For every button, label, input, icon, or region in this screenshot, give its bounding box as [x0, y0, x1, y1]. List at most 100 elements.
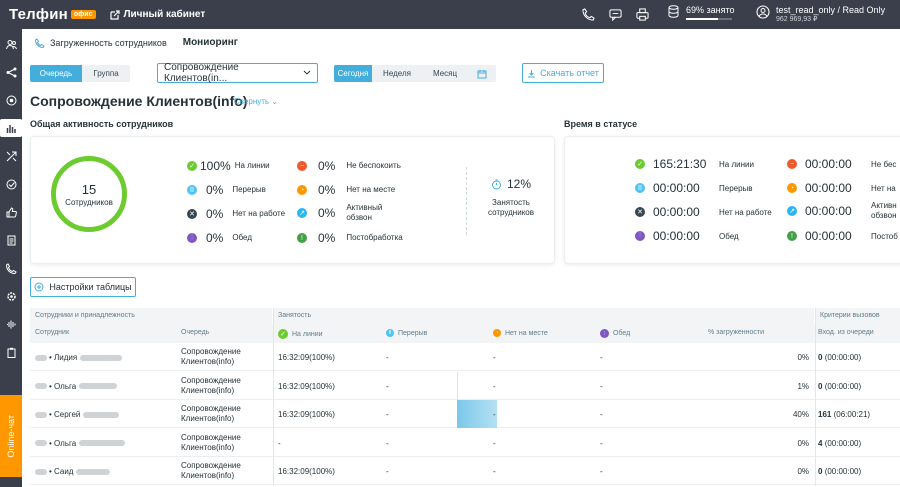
online-chat-button[interactable]: Online-чат [0, 395, 22, 477]
col-away-label: Нет на месте [505, 329, 548, 337]
col-queue[interactable]: Очередь [181, 329, 209, 336]
chat-icon[interactable] [609, 8, 622, 21]
user-name: test_read_only / Read Only [776, 5, 886, 15]
logo[interactable]: Телфин [9, 6, 68, 23]
load-bar [457, 400, 497, 428]
time-value: 00:00:00 [653, 181, 700, 195]
stat-away: ◔ 0% Нет на месте [297, 183, 395, 197]
column-divider [815, 308, 816, 486]
subnav-employee-load[interactable]: Загруженность сотрудников [50, 38, 167, 48]
time-value: 00:00:00 [653, 205, 700, 219]
sidebar-item-flow[interactable] [2, 63, 20, 81]
col-away[interactable]: ◔ Нет на месте [493, 329, 548, 337]
table-row[interactable]: • Ольга Сопровождение Клиентов(info) - - - - 0… [30, 428, 900, 457]
time-status-card: ✓ 165:21:30 На линии II 00:00:00 Перерыв… [564, 136, 900, 264]
sidebar-item-thumb[interactable] [2, 203, 20, 221]
arrow-up-right-icon: ↗ [787, 206, 797, 216]
cross-icon: ✕ [187, 209, 197, 219]
printer-icon[interactable] [636, 8, 649, 21]
utilization: 12% Занятость сотрудников [481, 177, 541, 218]
col-break[interactable]: II Перерыв [386, 329, 427, 337]
online-chat-label: Online-чат [6, 414, 16, 458]
sidebar-item-chart[interactable] [0, 119, 22, 137]
calendar-button[interactable] [468, 65, 496, 82]
cross-icon: ✕ [635, 207, 645, 217]
col-lunch[interactable]: ⫶ Обед [600, 329, 630, 338]
incoming-count: 161 [818, 410, 832, 419]
user-menu[interactable]: test_read_only / Read Only 962 969,93 ₽ [756, 5, 885, 25]
page-title: Сопровождение Клиентов(info) [30, 93, 248, 109]
tab-queue[interactable]: Очередь [30, 65, 82, 82]
employee-name: • Саид [49, 467, 74, 476]
divider [466, 167, 467, 235]
col-load[interactable]: % загруженности [708, 329, 764, 336]
sidebar-item-settings[interactable] [2, 287, 20, 305]
break-cell: - [386, 438, 389, 448]
table-row[interactable]: • Ольга Сопровождение Клиентов(info) 16:32… [30, 371, 900, 400]
arrow-up-right-icon: ↗ [297, 208, 307, 218]
stat-online: ✓ 100% На линии [187, 159, 270, 173]
download-label: Скачать отчет [540, 68, 599, 78]
phone-icon[interactable] [582, 8, 595, 21]
sidebar-item-calls[interactable] [2, 259, 20, 277]
cabinet-link[interactable]: Личный кабинет [109, 9, 205, 20]
employee-name-cell: • Ольга [35, 382, 118, 391]
break-cell: - [386, 467, 389, 476]
table-settings-button[interactable]: Настройки таблицы [30, 277, 136, 297]
sidebar-item-clipboard[interactable] [2, 343, 20, 361]
employee-count-ring: 15 Сотрудников [51, 156, 127, 232]
users-icon [5, 39, 17, 49]
app-window: Телфин офис Личный кабинет 69% занято te… [0, 0, 900, 487]
employee-name: • Ольга [49, 438, 77, 448]
sidebar-item-waveform[interactable] [2, 315, 20, 333]
collapse-link[interactable]: Свернуть ⌄ [234, 97, 278, 106]
queue-cell: Сопровождение Клиентов(info) [181, 347, 241, 366]
subnav-monitoring[interactable]: Мониоринг [183, 37, 238, 48]
incoming-cell: 4 (00:00:00) [818, 439, 861, 448]
time-value: 00:00:00 [805, 181, 852, 195]
lunch-icon: ⫶ [187, 233, 197, 243]
sidebar-item-users[interactable] [2, 35, 20, 53]
download-report-button[interactable]: Скачать отчет [522, 63, 604, 83]
incoming-cell: 0 (00:00:00) [818, 467, 861, 476]
check-circle-icon [6, 179, 16, 189]
away-cell: - [493, 410, 496, 419]
tab-today[interactable]: Сегодня [334, 65, 372, 82]
away-cell: - [493, 353, 496, 362]
redacted-id [35, 468, 47, 475]
stat-lunch: ⫶ 0% Обед [187, 231, 252, 245]
queue-select[interactable]: Сопровождение Клиентов(in... [157, 62, 318, 84]
table-row[interactable]: • Сергей Сопровождение Клиентов(info) 16:3… [30, 400, 900, 428]
table-group-call-criteria: Критерии вызовов [815, 308, 900, 324]
tab-group[interactable]: Группа [82, 65, 130, 82]
col-online[interactable]: ✓ На линии [278, 329, 323, 339]
table-row[interactable]: • Саид Сопровождение Клиентов(info) 16:32:… [30, 457, 900, 485]
load-cell: 0% [797, 467, 809, 476]
tab-month[interactable]: Месяц [422, 65, 468, 82]
employee-count-label: Сотрудников [65, 197, 113, 207]
table-row[interactable]: • Лидия Сопровождение Клиентов(info) 16:32… [30, 343, 900, 371]
sidebar-item-target[interactable] [2, 91, 20, 109]
user-balance: 962 969,93 ₽ [776, 16, 818, 23]
time-value: 00:00:00 [653, 229, 700, 243]
target-icon [6, 95, 16, 105]
phone-call-icon [5, 262, 17, 274]
time-label: Перерыв [719, 183, 753, 193]
tab-week[interactable]: Неделя [372, 65, 422, 82]
clock-icon: ◔ [297, 185, 307, 195]
sidebar-item-check[interactable] [2, 175, 20, 193]
sidebar-item-document[interactable] [2, 231, 20, 249]
table-group-employees: Сотрудники и принадлежность [30, 308, 272, 324]
table-settings-label: Настройки таблицы [49, 282, 132, 292]
chevron-down-icon [303, 70, 311, 75]
load-bar-fill [686, 18, 718, 20]
col-employee[interactable]: Сотрудник [35, 329, 69, 336]
check-icon: ✓ [635, 159, 645, 169]
redacted-surname [80, 354, 123, 361]
stat-label: Нет на работе [232, 209, 286, 218]
flow-icon [6, 67, 16, 77]
sidebar-item-routes[interactable] [2, 147, 20, 165]
online-cell: 16:32:09(100%) [278, 467, 335, 476]
stat-label: Перерыв [232, 185, 266, 194]
col-incoming[interactable]: Вход. из очереди [818, 329, 874, 336]
